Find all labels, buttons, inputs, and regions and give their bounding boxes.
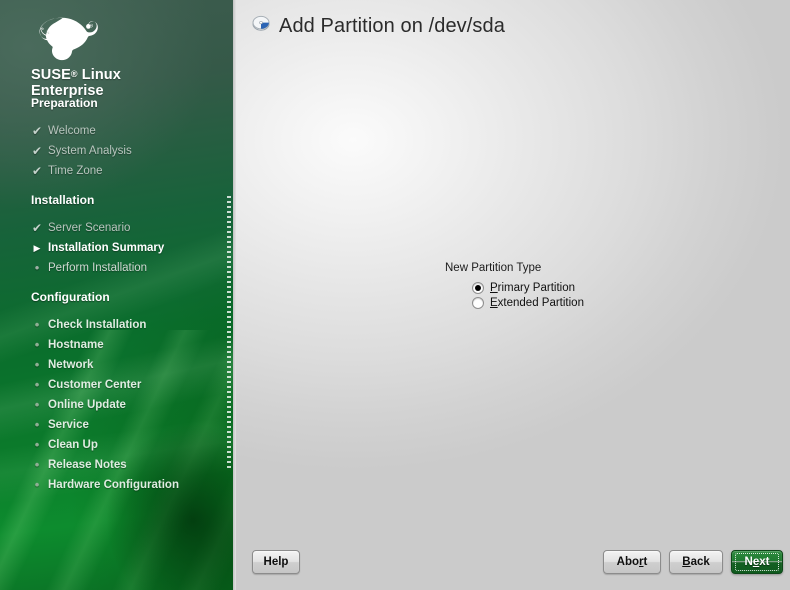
- installer-window: SUSE® Linux Enterprise Preparation ✔ Wel…: [0, 0, 790, 590]
- radio-button-icon[interactable]: [472, 281, 484, 294]
- check-icon: ✔: [31, 124, 43, 138]
- abort-button-label: Abort: [616, 556, 648, 568]
- sidebar-item-hostname[interactable]: • Hostname: [0, 335, 233, 355]
- sidebar-item-label: Customer Center: [48, 379, 142, 391]
- sidebar-item-hardware-configuration[interactable]: • Hardware Configuration: [0, 475, 233, 495]
- bullet-icon: •: [34, 260, 40, 275]
- radio-extended-partition[interactable]: Extended Partition: [472, 295, 584, 310]
- mnemonic-letter: P: [490, 281, 498, 294]
- help-button[interactable]: Help: [252, 550, 300, 574]
- bullet-icon: •: [34, 317, 40, 332]
- bullet-icon: •: [34, 477, 40, 492]
- bullet-icon: •: [34, 377, 40, 392]
- radio-label-extended-partition: Extended Partition: [490, 296, 584, 309]
- mnemonic-letter: E: [490, 296, 498, 309]
- bullet-icon: •: [34, 457, 40, 472]
- next-button[interactable]: Next: [731, 550, 783, 574]
- section-heading-installation: Installation: [31, 193, 95, 207]
- form-area: New Partition Type Primary Partition Ext…: [233, 0, 790, 545]
- sidebar-item-perform-installation[interactable]: • Perform Installation: [0, 258, 233, 278]
- sidebar-item-label: Installation Summary: [48, 242, 165, 254]
- main-content-panel: Add Partition on /dev/sda New Partition …: [233, 0, 790, 590]
- back-button[interactable]: Back: [669, 550, 723, 574]
- sidebar: SUSE® Linux Enterprise Preparation ✔ Wel…: [0, 0, 233, 590]
- sidebar-item-label: Check Installation: [48, 319, 147, 331]
- group-label: New Partition Type: [445, 262, 542, 274]
- help-button-label: Help: [263, 556, 289, 568]
- section-heading-preparation: Preparation: [31, 96, 98, 110]
- sidebar-item-release-notes[interactable]: • Release Notes: [0, 455, 233, 475]
- check-icon: ✔: [31, 164, 43, 178]
- sidebar-item-check-installation[interactable]: • Check Installation: [0, 315, 233, 335]
- sidebar-item-label: System Analysis: [48, 145, 132, 157]
- sidebar-item-network[interactable]: • Network: [0, 355, 233, 375]
- check-icon: ✔: [31, 144, 43, 158]
- sidebar-item-welcome[interactable]: ✔ Welcome: [0, 121, 233, 141]
- sidebar-item-time-zone[interactable]: ✔ Time Zone: [0, 161, 233, 181]
- sidebar-item-service[interactable]: • Service: [0, 415, 233, 435]
- brand-line-1: SUSE® Linux: [31, 67, 121, 83]
- abort-button[interactable]: Abort: [603, 550, 661, 574]
- new-partition-type-group: New Partition Type Primary Partition Ext…: [445, 262, 584, 310]
- back-button-label: Back: [682, 556, 710, 568]
- sidebar-item-label: Online Update: [48, 399, 126, 411]
- sidebar-item-label: Server Scenario: [48, 222, 131, 234]
- sidebar-item-installation-summary[interactable]: ▶ Installation Summary: [0, 238, 233, 258]
- registered-mark: ®: [70, 69, 78, 79]
- radio-label-primary-partition: Primary Partition: [490, 281, 575, 294]
- section-heading-configuration: Configuration: [31, 290, 110, 304]
- sidebar-item-label: Clean Up: [48, 439, 98, 451]
- sidebar-item-label: Welcome: [48, 125, 96, 137]
- sidebar-item-customer-center[interactable]: • Customer Center: [0, 375, 233, 395]
- sidebar-item-system-analysis[interactable]: ✔ System Analysis: [0, 141, 233, 161]
- sidebar-item-server-scenario[interactable]: ✔ Server Scenario: [0, 218, 233, 238]
- sidebar-item-label: Perform Installation: [48, 262, 148, 274]
- arrow-right-icon: ▶: [33, 243, 41, 253]
- sidebar-item-label: Time Zone: [48, 165, 103, 177]
- mnemonic-letter: B: [682, 556, 691, 568]
- installation-steps-list: Preparation ✔ Welcome ✔ System Analysis …: [0, 93, 233, 495]
- sidebar-item-online-update[interactable]: • Online Update: [0, 395, 233, 415]
- sidebar-item-label: Hardware Configuration: [48, 479, 179, 491]
- sidebar-item-label: Service: [48, 419, 89, 431]
- radio-primary-partition[interactable]: Primary Partition: [472, 280, 584, 295]
- bullet-icon: •: [34, 357, 40, 372]
- button-bar: Help Abort Back Next: [233, 544, 790, 590]
- bullet-icon: •: [34, 437, 40, 452]
- next-button-label: Next: [744, 556, 770, 568]
- sidebar-item-label: Release Notes: [48, 459, 127, 471]
- check-icon: ✔: [31, 221, 43, 235]
- sidebar-item-label: Hostname: [48, 339, 104, 351]
- sidebar-item-label: Network: [48, 359, 94, 371]
- radio-button-icon[interactable]: [472, 296, 484, 309]
- suse-chameleon-logo: [31, 12, 211, 62]
- bullet-icon: •: [34, 397, 40, 412]
- bullet-icon: •: [34, 417, 40, 432]
- bullet-icon: •: [34, 337, 40, 352]
- branding-block: SUSE® Linux Enterprise: [31, 12, 211, 99]
- sidebar-item-clean-up[interactable]: • Clean Up: [0, 435, 233, 455]
